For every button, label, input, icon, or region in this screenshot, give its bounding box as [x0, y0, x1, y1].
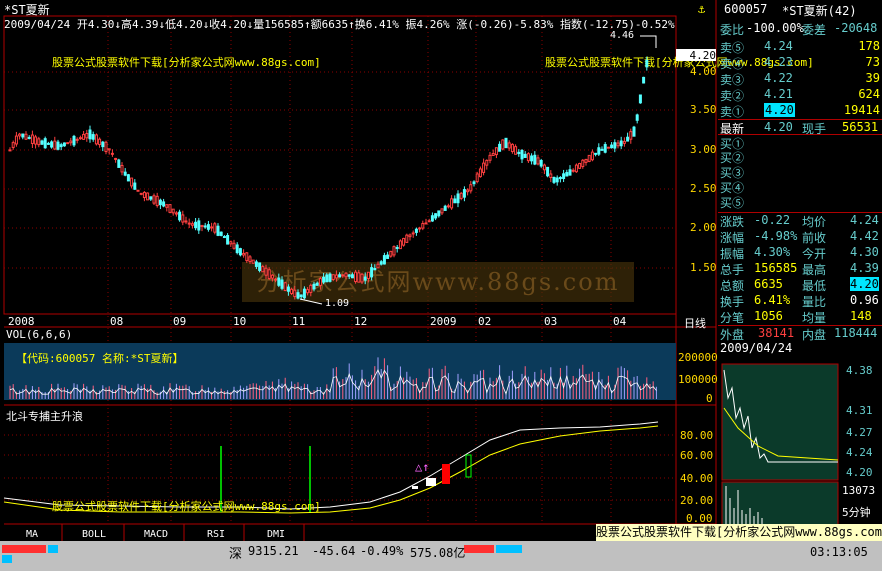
- ask-volume: 624: [858, 87, 880, 101]
- ask-volume: 19414: [843, 103, 880, 117]
- period-label[interactable]: 日线: [684, 315, 706, 331]
- ask-label: 卖①: [720, 105, 745, 119]
- stat-value: 1056: [754, 309, 783, 323]
- index-label: 深: [229, 547, 243, 562]
- price-tick: 1.50: [690, 261, 717, 274]
- stat-label: 量比: [802, 295, 827, 309]
- ask-volume: 178: [858, 39, 880, 53]
- weibi-label: 委比: [720, 23, 745, 37]
- mini-tick: 4.20: [846, 466, 873, 479]
- hand-value: 56531: [842, 120, 879, 134]
- indicator-tick: 20.00: [680, 494, 714, 507]
- ask-price: 4.23: [764, 55, 793, 69]
- weicha-value: -20648: [834, 21, 878, 35]
- status-bar: 深 9315.21 -45.64 -0.49% 575.08亿 03:13:05: [0, 541, 882, 571]
- mini-volume: 13073: [842, 484, 876, 497]
- market-breadth-bar: [48, 545, 58, 553]
- stat-value: 4.42: [850, 229, 879, 243]
- stat-value: 4.30%: [754, 245, 791, 259]
- price-tick: 3.50: [690, 103, 717, 116]
- stat-value: 4.30: [850, 245, 879, 259]
- bottom-watermark: 股票公式股票软件下载[分析家公式网www.88gs.com]: [596, 524, 882, 541]
- anchor-icon[interactable]: ⚓: [698, 2, 705, 16]
- price-tick: 3.00: [690, 143, 717, 156]
- stat-label: 今开: [802, 247, 827, 261]
- stat-label: 涨跌: [720, 215, 745, 229]
- stat-value: 156585: [754, 261, 798, 275]
- stat-value: 4.39: [850, 261, 879, 275]
- stat-label: 总手: [720, 263, 745, 277]
- stat-label: 均量: [802, 311, 827, 325]
- indicator-tick: 40.00: [680, 472, 714, 485]
- mini-tick: 4.38: [846, 364, 873, 377]
- weibi-value: -100.00%: [746, 21, 804, 35]
- price-tick: 2.50: [690, 182, 717, 195]
- price-tick: 4.00: [690, 65, 717, 78]
- index-amount: 575.08亿: [410, 546, 466, 560]
- index-change: -45.64: [312, 544, 356, 558]
- volume-tick: 0: [706, 392, 713, 405]
- stat-value: -0.22: [754, 213, 791, 227]
- ask-label: 卖②: [720, 89, 745, 103]
- stat-value: 148: [850, 309, 872, 323]
- market-breadth-bar: [2, 545, 46, 553]
- stat-value: 4.20: [850, 277, 879, 291]
- stat-label: 涨幅: [720, 231, 745, 245]
- mini-period[interactable]: 5分钟: [842, 504, 871, 520]
- current-price-tag: 4.20: [676, 49, 716, 62]
- signal-arrow-icon: △↑: [415, 460, 430, 474]
- ask-price: 4.22: [764, 71, 793, 85]
- watermark-text: 股票公式股票软件下载[分析家公式网www.88gs.com]: [52, 500, 321, 513]
- stat-value: 0.96: [850, 293, 879, 307]
- weicha-label: 委差: [802, 23, 827, 37]
- stat-value: 6.41%: [754, 293, 791, 307]
- volume-tick: 100000: [678, 373, 718, 386]
- tab-separators: [61, 524, 305, 541]
- last-price: 4.20: [764, 120, 793, 134]
- stat-label: 换手: [720, 295, 745, 309]
- stat-label: 前收: [802, 231, 827, 245]
- mini-tick: 4.31: [846, 404, 873, 417]
- stat-value: -4.98%: [754, 229, 798, 243]
- market-breadth-bar: [2, 555, 12, 563]
- stat-label: 均价: [802, 215, 827, 229]
- ask-price: 4.20: [764, 103, 795, 117]
- indicator-chart[interactable]: [0, 0, 676, 524]
- stock-code: 600057: [724, 2, 768, 16]
- index-percent: -0.49%: [360, 544, 404, 558]
- ask-volume: 39: [865, 71, 880, 85]
- ask-price: 4.21: [764, 87, 793, 101]
- inner-value: 118444: [834, 326, 878, 340]
- stat-label: 最高: [802, 263, 827, 277]
- intraday-mini-chart[interactable]: [718, 358, 882, 528]
- stat-label: 振幅: [720, 247, 745, 261]
- stat-label: 分笔: [720, 311, 745, 325]
- index-value: 9315.21: [248, 544, 299, 558]
- indicator-tick: 60.00: [680, 449, 714, 462]
- mini-tick: 4.27: [846, 426, 873, 439]
- market-breadth-bar: [496, 545, 522, 553]
- stat-label: 总额: [720, 279, 745, 293]
- mini-tick: 4.24: [846, 446, 873, 459]
- ask-label: 卖③: [720, 73, 745, 87]
- mini-date: 2009/04/24: [720, 341, 793, 355]
- ask-label: 卖⑤: [720, 41, 745, 55]
- indicator-tick: 80.00: [680, 429, 714, 442]
- stat-label: 最低: [802, 279, 827, 293]
- volume-tick: 200000: [678, 351, 718, 364]
- ask-label: 卖④: [720, 57, 745, 71]
- ask-price: 4.24: [764, 39, 793, 53]
- stat-value: 4.24: [850, 213, 879, 227]
- price-tick: 2.00: [690, 221, 717, 234]
- ask-volume: 73: [865, 55, 880, 69]
- outer-value: 38141: [758, 326, 795, 340]
- stock-name: *ST夏新(42): [782, 4, 857, 18]
- market-breadth-bar: [464, 545, 494, 553]
- stat-value: 6635: [754, 277, 783, 291]
- clock: 03:13:05: [810, 545, 868, 559]
- bid-label: 买⑤: [720, 196, 745, 210]
